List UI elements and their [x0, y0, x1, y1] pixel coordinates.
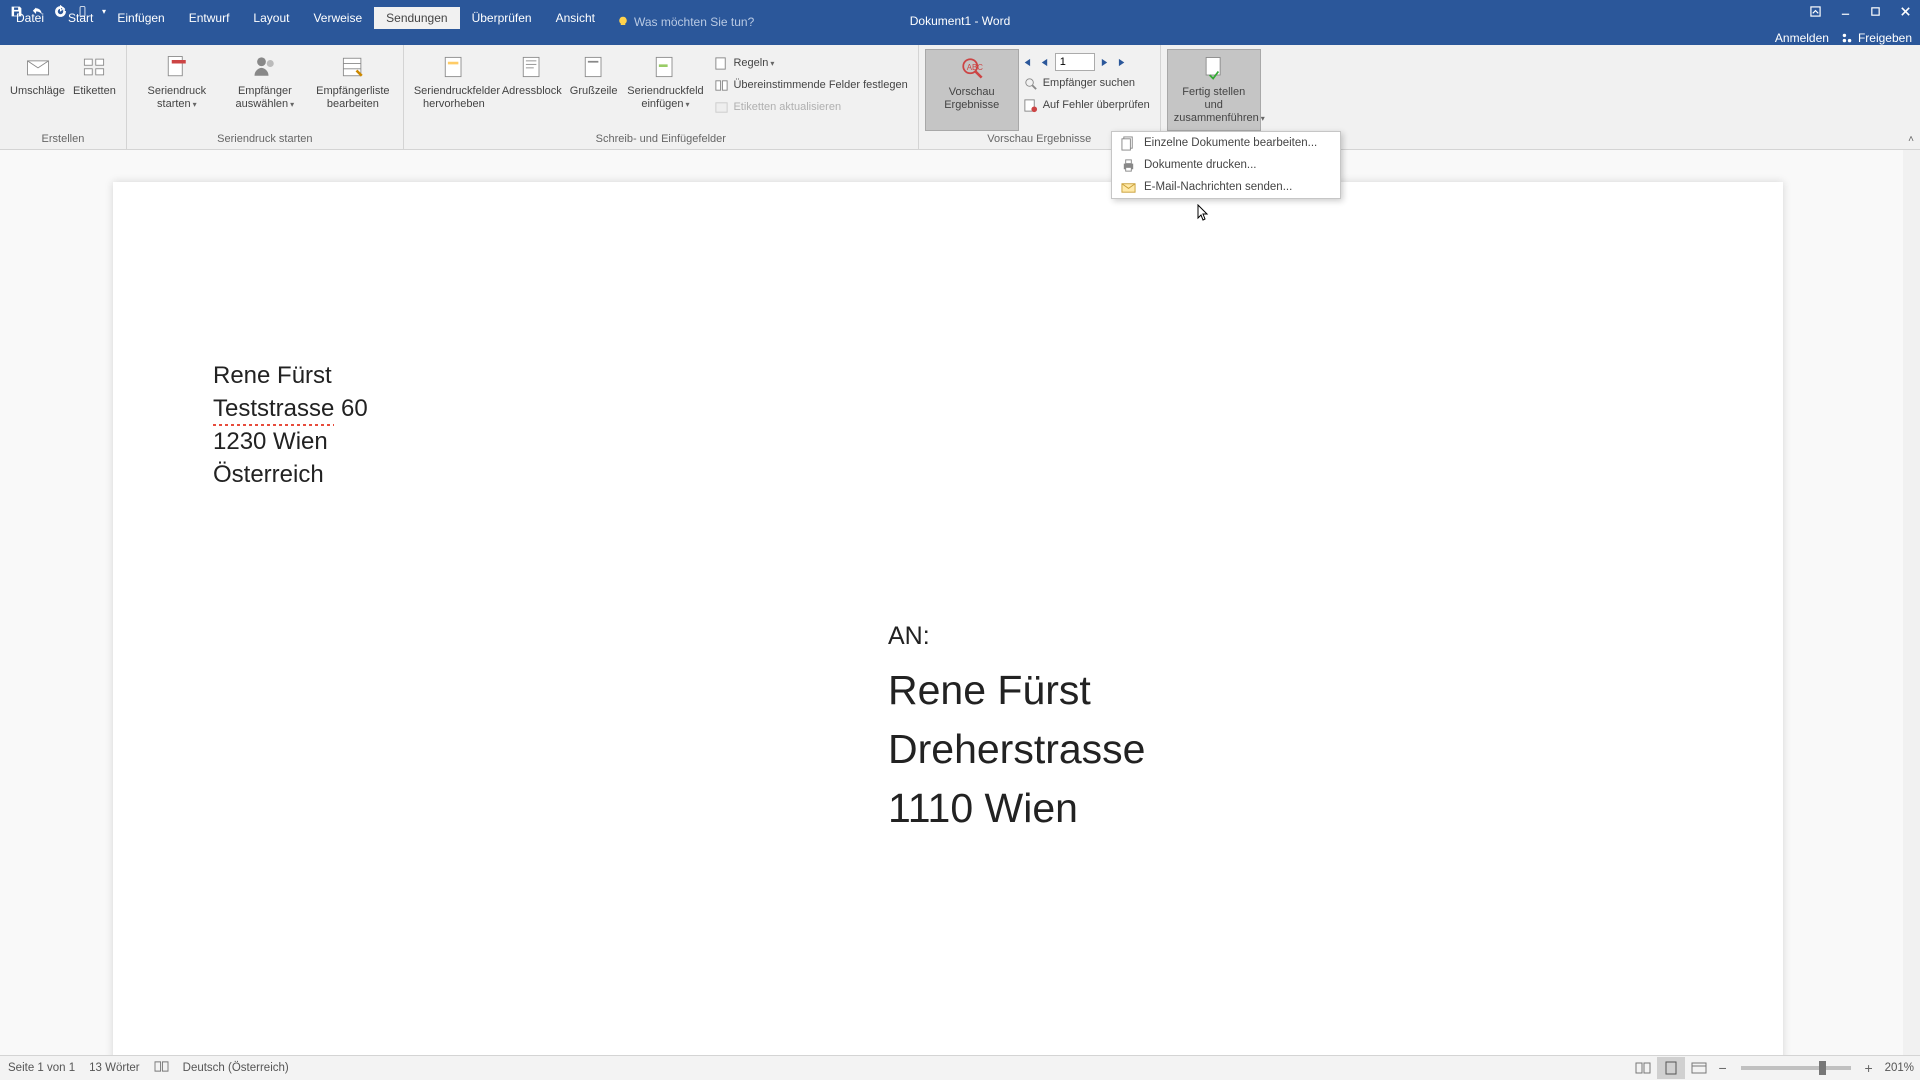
an-label: AN: [888, 622, 1145, 651]
page[interactable]: Rene Fürst Teststrasse 60 1230 Wien Öste… [113, 182, 1783, 1055]
preview-icon: ABC [956, 52, 988, 84]
spellcheck-icon[interactable] [154, 1060, 169, 1076]
record-number-input[interactable] [1055, 53, 1095, 71]
update-labels-icon [713, 99, 729, 115]
recipients-icon [249, 51, 281, 83]
last-record-button[interactable] [1115, 54, 1131, 70]
vertical-scrollbar[interactable] [1903, 150, 1920, 1055]
collapse-ribbon-button[interactable]: ˄ [1908, 134, 1914, 145]
zoom-slider[interactable] [1741, 1066, 1851, 1070]
match-fields-button[interactable]: Übereinstimmende Felder festlegen [709, 75, 911, 95]
record-navigation [1019, 53, 1154, 71]
finish-icon [1198, 52, 1230, 84]
tab-view[interactable]: Ansicht [544, 7, 607, 29]
greeting-line-button[interactable]: Grußzeile [566, 49, 622, 131]
edit-recipients-button[interactable]: Empfängerliste bearbeiten [309, 49, 397, 131]
edit-recipients-icon [337, 51, 369, 83]
print-icon [1120, 157, 1136, 173]
print-docs-item[interactable]: Dokumente drucken... [1112, 154, 1340, 176]
update-labels-button: Etiketten aktualisieren [709, 97, 911, 117]
labels-button[interactable]: Etiketten [69, 49, 120, 131]
page-indicator[interactable]: Seite 1 von 1 [8, 1062, 75, 1074]
check-errors-button[interactable]: Auf Fehler überprüfen [1019, 95, 1154, 115]
tab-file[interactable]: Datei [4, 7, 56, 29]
tab-design[interactable]: Entwurf [177, 7, 242, 29]
recipient-address[interactable]: AN: Rene Fürst Dreherstrasse 1110 Wien [888, 622, 1145, 838]
tell-me-search[interactable]: Was möchten Sie tun? [607, 15, 754, 29]
sender-street: Teststrasse 60 [213, 392, 368, 425]
recipient-street: Dreherstrasse [888, 720, 1145, 779]
status-bar: Seite 1 von 1 13 Wörter Deutsch (Österre… [0, 1055, 1920, 1080]
recipient-name: Rene Fürst [888, 661, 1145, 720]
ribbon-display-options[interactable] [1800, 0, 1830, 22]
zoom-out-button[interactable]: − [1713, 1060, 1733, 1076]
select-recipients-button[interactable]: Empfänger auswählen▾ [221, 49, 309, 131]
preview-results-button[interactable]: ABC Vorschau Ergebnisse [925, 49, 1019, 131]
finish-merge-dropdown: Einzelne Dokumente bearbeiten... Dokumen… [1111, 131, 1341, 199]
window-title: Dokument1 - Word [910, 14, 1010, 28]
errors-icon [1023, 97, 1039, 113]
cursor-icon [1197, 204, 1211, 227]
envelopes-button[interactable]: Umschläge [6, 49, 69, 131]
language-indicator[interactable]: Deutsch (Österreich) [183, 1062, 289, 1074]
sender-city: 1230 Wien [213, 425, 368, 458]
rules-button[interactable]: Regeln▾ [709, 53, 911, 73]
prev-record-button[interactable] [1037, 54, 1053, 70]
highlight-merge-fields-button[interactable]: Seriendruckfelder hervorheben [410, 49, 498, 131]
web-layout-button[interactable] [1685, 1057, 1713, 1079]
tab-references[interactable]: Verweise [301, 7, 374, 29]
ribbon-group-write-fields: Seriendruckfelder hervorheben Adressbloc… [404, 45, 919, 149]
insert-field-icon [649, 51, 681, 83]
match-fields-icon [713, 77, 729, 93]
read-mode-button[interactable] [1629, 1057, 1657, 1079]
first-record-button[interactable] [1019, 54, 1035, 70]
zoom-in-button[interactable]: + [1859, 1060, 1879, 1076]
share-icon [1841, 32, 1853, 44]
next-record-button[interactable] [1097, 54, 1113, 70]
tab-review[interactable]: Überprüfen [460, 7, 544, 29]
sender-name: Rene Fürst [213, 359, 368, 392]
edit-individual-docs-item[interactable]: Einzelne Dokumente bearbeiten... [1112, 132, 1340, 154]
labels-icon [78, 51, 110, 83]
zoom-thumb[interactable] [1819, 1061, 1826, 1075]
minimize-button[interactable] [1830, 0, 1860, 22]
start-merge-icon [161, 51, 193, 83]
word-count[interactable]: 13 Wörter [89, 1062, 140, 1074]
ribbon-group-start-merge: Seriendruck starten▾ Empfänger auswählen… [127, 45, 404, 149]
sender-country: Österreich [213, 458, 368, 491]
edit-docs-icon [1120, 135, 1136, 151]
start-merge-button[interactable]: Seriendruck starten▾ [133, 49, 221, 131]
rules-icon [713, 55, 729, 71]
ribbon-group-create: Umschläge Etiketten Erstellen [0, 45, 127, 149]
share-button[interactable]: Freigeben [1841, 31, 1912, 45]
find-icon [1023, 75, 1039, 91]
address-block-icon [516, 51, 548, 83]
recipient-city: 1110 Wien [888, 779, 1145, 838]
lightbulb-icon [617, 16, 629, 28]
print-layout-button[interactable] [1657, 1057, 1685, 1079]
close-button[interactable] [1890, 0, 1920, 22]
tab-mailings[interactable]: Sendungen [374, 7, 459, 29]
finish-merge-button[interactable]: Fertig stellen und zusammenführen▾ [1167, 49, 1261, 131]
tab-home[interactable]: Start [56, 7, 105, 29]
sender-address[interactable]: Rene Fürst Teststrasse 60 1230 Wien Öste… [213, 359, 368, 491]
ribbon: Umschläge Etiketten Erstellen Seriendruc… [0, 45, 1920, 150]
send-email-item[interactable]: E-Mail-Nachrichten senden... [1112, 176, 1340, 198]
zoom-level[interactable]: 201% [1879, 1062, 1914, 1074]
envelope-icon [22, 51, 54, 83]
insert-merge-field-button[interactable]: Seriendruckfeld einfügen▾ [621, 49, 709, 131]
tab-layout[interactable]: Layout [241, 7, 301, 29]
tab-insert[interactable]: Einfügen [105, 7, 176, 29]
highlight-icon [438, 51, 470, 83]
document-area: Rene Fürst Teststrasse 60 1230 Wien Öste… [0, 150, 1920, 1055]
svg-text:ABC: ABC [966, 63, 982, 72]
signin-link[interactable]: Anmelden [1775, 31, 1829, 45]
address-block-button[interactable]: Adressblock [498, 49, 566, 131]
email-icon [1120, 179, 1136, 195]
maximize-button[interactable] [1860, 0, 1890, 22]
window-controls [1800, 0, 1920, 22]
find-recipient-button[interactable]: Empfänger suchen [1019, 73, 1154, 93]
greeting-icon [578, 51, 610, 83]
